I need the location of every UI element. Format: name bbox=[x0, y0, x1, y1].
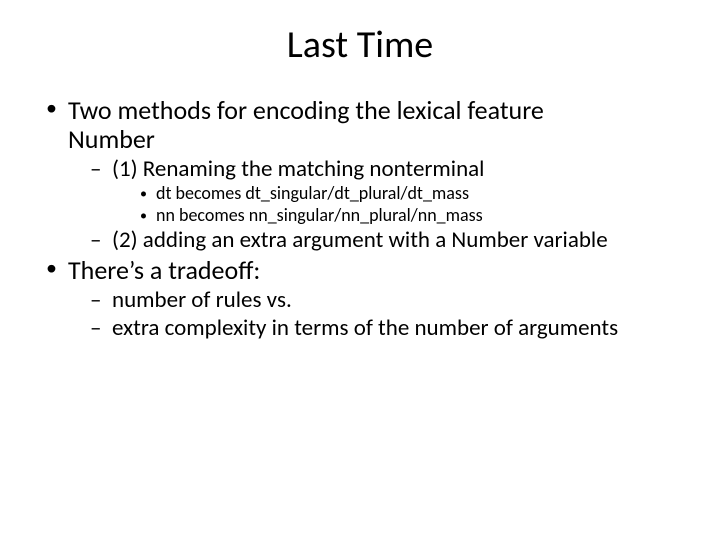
bullet-methods: Two methods for encoding the lexical fea… bbox=[44, 96, 690, 254]
sub-rules: number of rules vs. bbox=[90, 287, 690, 314]
bullet-list: Two methods for encoding the lexical fea… bbox=[30, 96, 690, 342]
example-dt: dt becomes dt_singular/dt_plural/dt_mass bbox=[138, 183, 690, 205]
slide-title: Last Time bbox=[30, 22, 690, 68]
sub-complexity: extra complexity in terms of the number … bbox=[90, 315, 690, 342]
example-nn: nn becomes nn_singular/nn_plural/nn_mass bbox=[138, 205, 690, 227]
sub-list-methods: (1) Renaming the matching nonterminal dt… bbox=[68, 156, 690, 254]
bullet-methods-text-line1: Two methods for encoding the lexical fea… bbox=[68, 94, 544, 126]
bullet-tradeoff: There’s a tradeoff: number of rules vs. … bbox=[44, 256, 690, 341]
bullet-tradeoff-text: There’s a tradeoff: bbox=[68, 254, 260, 286]
sub-renaming: (1) Renaming the matching nonterminal dt… bbox=[90, 156, 690, 227]
sub-renaming-text: (1) Renaming the matching nonterminal bbox=[112, 155, 484, 183]
sub-list-tradeoff: number of rules vs. extra complexity in … bbox=[68, 287, 690, 341]
slide: Last Time Two methods for encoding the l… bbox=[0, 0, 720, 540]
bullet-methods-text-line2: Number bbox=[68, 123, 155, 155]
sub-extra-arg: (2) adding an extra argument with a Numb… bbox=[90, 227, 690, 254]
example-list: dt becomes dt_singular/dt_plural/dt_mass… bbox=[112, 183, 690, 227]
